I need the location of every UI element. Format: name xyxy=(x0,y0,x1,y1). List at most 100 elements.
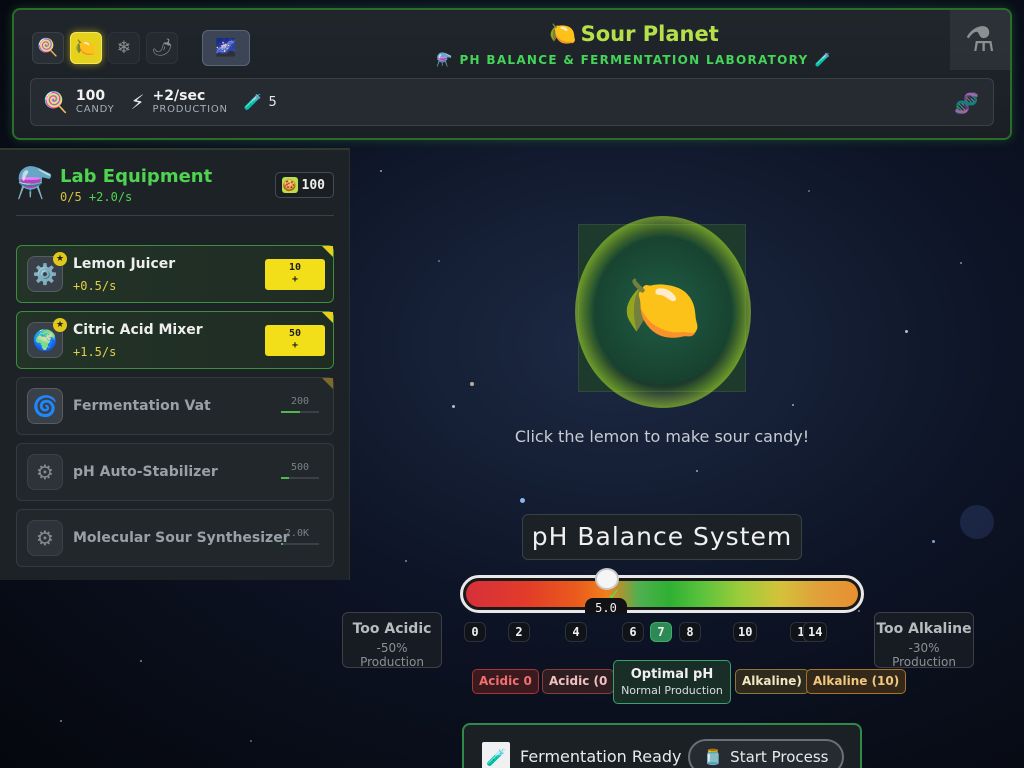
ph-tick: 2 xyxy=(508,622,530,642)
equipment-name: Molecular Sour Synthesizer xyxy=(73,530,290,546)
galaxy-icon: 🌌 xyxy=(215,38,237,58)
candy-stat: 🍭 100 CANDY xyxy=(43,88,115,116)
equipment-item-citric-acid-mixer[interactable]: 🌍 ★ Citric Acid Mixer +1.5/s 50 + xyxy=(16,311,334,369)
zone-acidic-0: Acidic 0 xyxy=(472,669,539,694)
ph-tick: 14 xyxy=(803,622,828,642)
ph-tick: 6 xyxy=(622,622,644,642)
too-acidic-title: Too Acidic xyxy=(352,621,432,637)
buy-cost: 10 xyxy=(288,262,302,273)
buy-button[interactable]: 50 + xyxy=(265,325,325,356)
cost-progress-bar xyxy=(281,543,319,545)
equipment-name: pH Auto-Stabilizer xyxy=(73,464,218,480)
zone-optimal: Optimal pH Normal Production xyxy=(613,660,731,704)
buy-cost: 50 xyxy=(288,328,302,339)
equipment-rate: +1.5/s xyxy=(73,345,117,359)
equipment-name: Citric Acid Mixer xyxy=(73,322,203,338)
buy-plus: + xyxy=(291,340,299,351)
owned-count: 0/5 xyxy=(60,190,82,204)
lollipop-icon: 🍭 xyxy=(37,38,59,58)
test-tube-stat: 🧪 5 xyxy=(244,93,277,111)
candy-count-badge: 🍪 100 xyxy=(274,172,334,198)
candy-label: CANDY xyxy=(75,104,115,115)
lemon-click-target[interactable]: 🍋 xyxy=(578,224,746,392)
cost-progress-bar xyxy=(281,477,319,479)
galaxy-map-button[interactable]: 🌌 xyxy=(202,30,250,66)
ph-gradient xyxy=(466,581,858,607)
chili-icon: 🌶 xyxy=(151,38,173,58)
click-hint: Click the lemon to make sour candy! xyxy=(514,427,810,446)
flask-icon: ⚗️ xyxy=(16,166,54,201)
affordable-corner-marker xyxy=(322,246,333,257)
buy-plus: + xyxy=(291,274,299,285)
stats-bar: 🍭 100 CANDY ⚡ +2/sec PRODUCTION 🧪 5 🧬 xyxy=(30,78,994,126)
ph-tick: 8 xyxy=(679,622,701,642)
start-process-button[interactable]: 🫙 Start Process xyxy=(688,739,844,768)
star-badge-icon: ★ xyxy=(53,252,67,266)
ph-system-title: pH Balance System xyxy=(522,514,802,560)
lightning-icon: ⚡ xyxy=(130,90,145,114)
test-tube-icon: 🧪 xyxy=(814,53,833,68)
equipment-item-molecular-sour-synthesizer[interactable]: ⚙ Molecular Sour Synthesizer 2.0K xyxy=(16,509,334,567)
spicy-planet-button[interactable]: 🌶 xyxy=(146,32,178,64)
planet-name: Sour Planet xyxy=(580,22,719,46)
panel-title: Lab Equipment xyxy=(60,166,213,187)
too-alkaline-title: Too Alkaline xyxy=(876,621,972,637)
ph-tick: 4 xyxy=(565,622,587,642)
production-stat: ⚡ +2/sec PRODUCTION xyxy=(130,88,227,116)
too-acidic-card: Too Acidic -50% Production xyxy=(342,612,442,669)
lab-flask-button[interactable]: ⚗ xyxy=(950,10,1010,70)
too-alkaline-desc: -30% Production xyxy=(892,641,956,669)
equipment-item-fermentation-vat[interactable]: 🌀 Fermentation Vat 200 xyxy=(16,377,334,435)
zone-optimal-desc: Normal Production xyxy=(621,684,723,697)
panel-summary: 0/5 +2.0/s xyxy=(60,190,132,204)
too-acidic-desc: -50% Production xyxy=(360,641,424,669)
ph-tick: 0 xyxy=(464,622,486,642)
lab-equipment-panel: ⚗️ Lab Equipment 0/5 +2.0/s 🍪 100 ⚙️ ★ L… xyxy=(0,148,350,580)
zone-optimal-title: Optimal pH xyxy=(630,667,714,682)
jar-icon: 🫙 xyxy=(703,748,723,766)
equipment-item-ph-auto-stabilizer[interactable]: ⚙ pH Auto-Stabilizer 500 xyxy=(16,443,334,501)
sour-planet-button[interactable]: 🍋 xyxy=(70,32,102,64)
ph-value-readout: 5.0 xyxy=(585,598,627,614)
candy-planet-button[interactable]: 🍭 xyxy=(32,32,64,64)
corner-marker xyxy=(322,378,333,389)
zone-alkaline-10: Alkaline (10) xyxy=(806,669,907,694)
lemon-icon: 🍋 xyxy=(549,22,577,47)
subtitle-text: PH BALANCE & FERMENTATION LABORATORY xyxy=(459,53,809,67)
gear-icon: ⚙ xyxy=(27,454,63,490)
candy-icon: 🍪 xyxy=(281,177,298,193)
ph-slider-track[interactable] xyxy=(460,575,864,613)
jar-icon: 🧪 xyxy=(482,742,510,768)
lemon-icon: 🍋 xyxy=(622,271,702,346)
zone-alkaline: Alkaline) xyxy=(735,669,809,694)
candy-value: 100 xyxy=(75,88,106,104)
divider xyxy=(16,215,334,216)
ph-tick-optimal: 7 xyxy=(650,622,672,642)
equipment-name: Fermentation Vat xyxy=(73,398,211,414)
equipment-cost: 200 xyxy=(290,396,309,407)
test-tube-value: 5 xyxy=(268,94,277,110)
dna-icon[interactable]: 🧬 xyxy=(954,91,979,115)
candy-count: 100 xyxy=(301,177,325,193)
affordable-corner-marker xyxy=(322,312,333,323)
production-value: +2/sec xyxy=(152,88,206,104)
ice-planet-button[interactable]: ❄ xyxy=(108,32,140,64)
buy-button[interactable]: 10 + xyxy=(265,259,325,290)
planet-selector: 🍭 🍋 ❄ 🌶 🌌 xyxy=(32,30,250,66)
lemon-button[interactable]: 🍋 xyxy=(586,232,738,384)
panel-rate: +2.0/s xyxy=(88,190,133,204)
equipment-rate: +0.5/s xyxy=(73,279,117,293)
equipment-item-lemon-juicer[interactable]: ⚙️ ★ Lemon Juicer +0.5/s 10 + xyxy=(16,245,334,303)
planet-title-block: 🍋 Sour Planet ⚗️ PH BALANCE & FERMENTATION… xyxy=(424,22,844,68)
fermentation-status: Fermentation Ready xyxy=(520,747,682,766)
fermentation-panel: 🧪 Fermentation Ready 🫙 Start Process xyxy=(462,723,862,768)
start-process-label: Start Process xyxy=(730,748,829,766)
gear-icon: ⚙ xyxy=(27,520,63,556)
page-subtitle: ⚗️ PH BALANCE & FERMENTATION LABORATORY 🧪 xyxy=(424,53,844,68)
too-alkaline-card: Too Alkaline -30% Production xyxy=(874,612,974,669)
equipment-name: Lemon Juicer xyxy=(73,256,176,272)
flask-icon: ⚗ xyxy=(964,20,996,60)
ph-tick: 10 xyxy=(733,622,758,642)
snowflake-icon: ❄ xyxy=(116,38,132,58)
page-title: 🍋 Sour Planet xyxy=(424,22,844,47)
